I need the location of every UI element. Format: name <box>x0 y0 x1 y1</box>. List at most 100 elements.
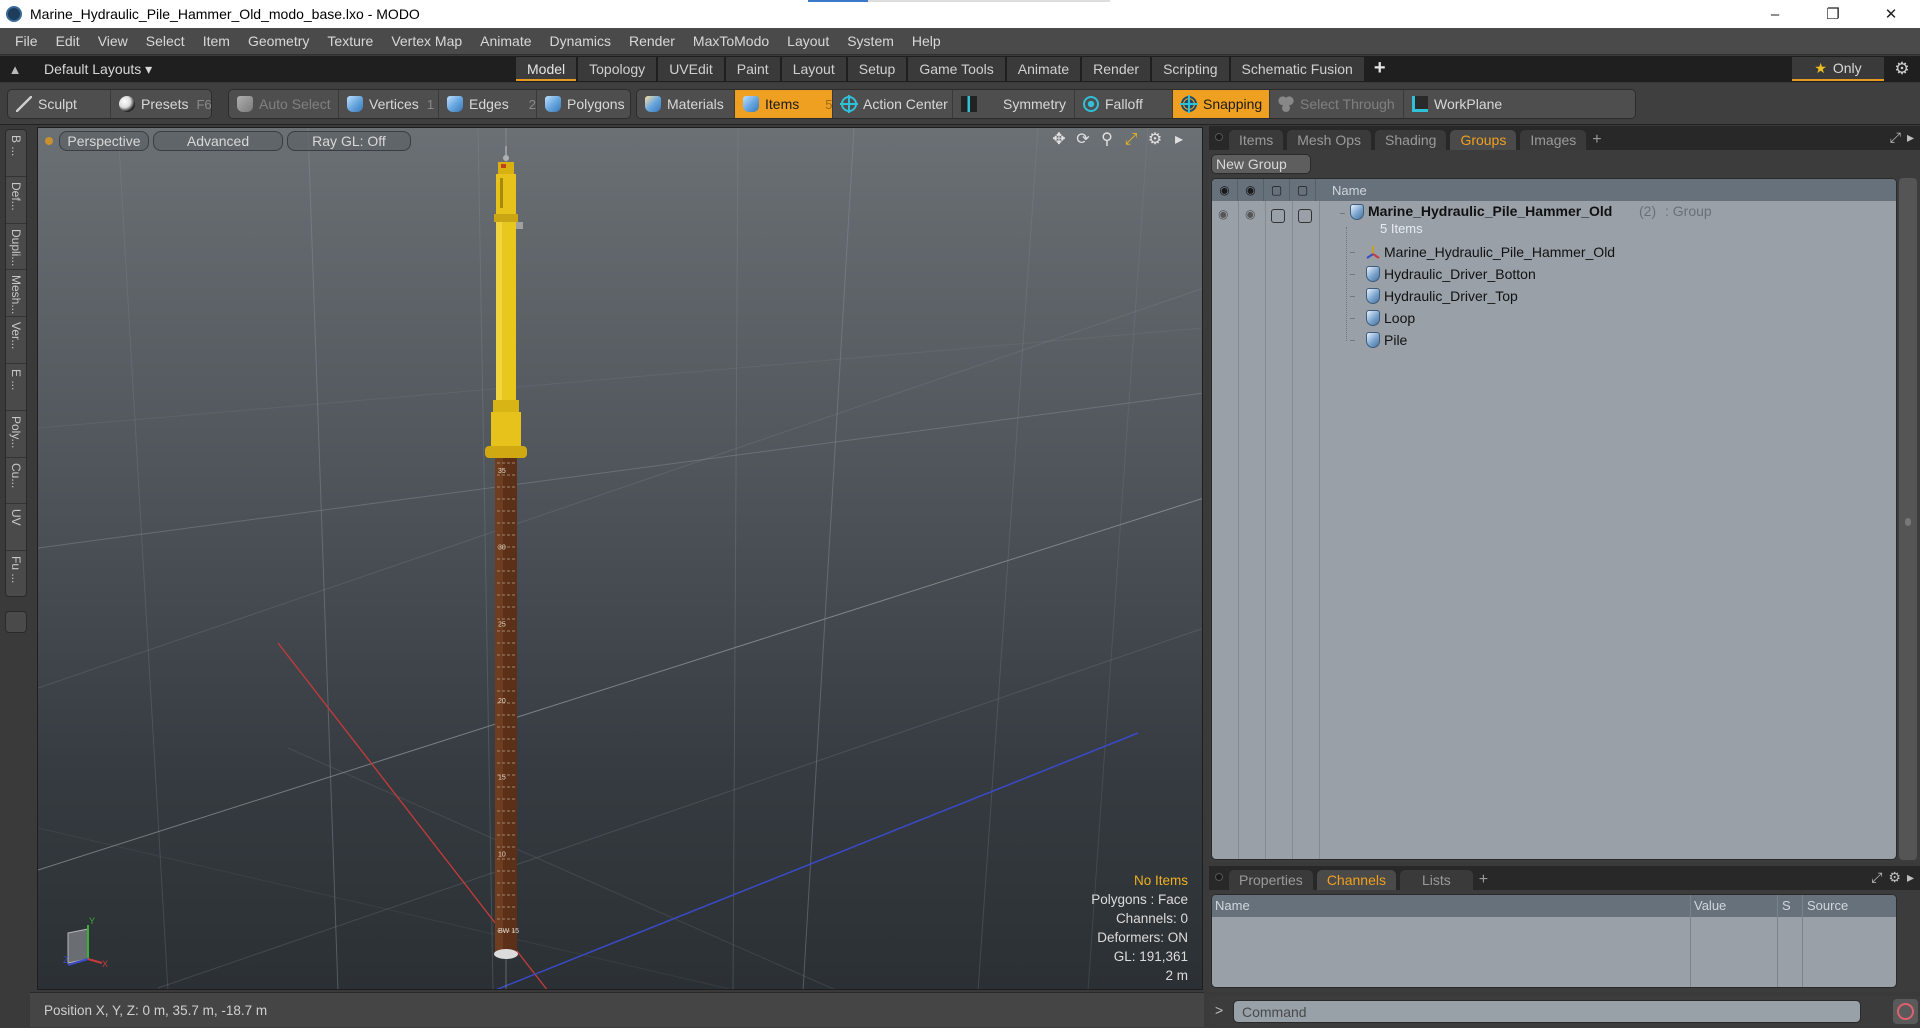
render-icon[interactable]: ◉ <box>1245 207 1259 221</box>
minimize-button[interactable]: – <box>1746 0 1804 28</box>
tab-shading[interactable]: Shading <box>1375 130 1447 150</box>
command-input[interactable] <box>1233 1000 1861 1023</box>
group-member-row[interactable]: Hydraulic_Driver_Botton <box>1212 263 1896 285</box>
tab-channels[interactable]: Channels <box>1316 870 1396 890</box>
layout-tab-setup[interactable]: Setup <box>847 57 907 81</box>
polygons-button[interactable]: Polygons <box>537 90 630 118</box>
left-tab-edge[interactable]: E ... <box>6 364 26 411</box>
panel-corner-icon[interactable] <box>1215 133 1223 141</box>
menu-file[interactable]: File <box>6 28 47 55</box>
menu-geometry[interactable]: Geometry <box>239 28 318 55</box>
left-strip-extra-button[interactable] <box>5 611 27 633</box>
panel-gear-icon[interactable]: ⚙ <box>1888 869 1901 886</box>
vertices-button[interactable]: Vertices 1 <box>339 90 439 118</box>
menu-vertex-map[interactable]: Vertex Map <box>382 28 471 55</box>
column-s[interactable]: S <box>1779 895 1791 917</box>
tab-items[interactable]: Items <box>1229 130 1284 150</box>
zoom-magnifier-icon[interactable]: ⚲ <box>1098 131 1116 149</box>
new-group-button[interactable]: New Group <box>1211 154 1311 174</box>
lock-column-icon[interactable]: ▢ <box>1264 179 1290 201</box>
menu-render[interactable]: Render <box>620 28 684 55</box>
lock-checkbox[interactable] <box>1271 209 1285 223</box>
left-tab-polygon[interactable]: Poly... <box>6 411 26 458</box>
layout-tab-schematic-fusion[interactable]: Schematic Fusion <box>1230 57 1364 81</box>
add-layout-button[interactable]: + <box>1374 56 1386 82</box>
left-tab-duplicate[interactable]: Dupli... <box>6 224 26 271</box>
panel-corner-icon[interactable] <box>1215 873 1223 881</box>
group-row[interactable]: ◉ ◉ Marine_Hydraulic_Pile_Hammer_Old (2)… <box>1212 201 1896 241</box>
menu-maxtomodo[interactable]: MaxToModo <box>684 28 778 55</box>
perspective-dropdown[interactable]: Perspective <box>59 131 149 151</box>
add-tab-button[interactable]: + <box>1479 870 1488 890</box>
layout-tab-topology[interactable]: Topology <box>578 57 657 81</box>
tree-collapse-toggle[interactable] <box>1340 213 1345 214</box>
visibility-column-eye-icon[interactable]: ◉ <box>1212 179 1238 201</box>
group-member-row[interactable]: Marine_Hydraulic_Pile_Hammer_Old <box>1212 241 1896 263</box>
render-column-icon[interactable]: ◉ <box>1238 179 1264 201</box>
left-tab-uv[interactable]: UV <box>6 504 26 552</box>
layout-tab-model[interactable]: Model <box>516 57 577 81</box>
group-member-row[interactable]: Pile <box>1212 329 1896 351</box>
edges-button[interactable]: Edges 2 <box>439 90 537 118</box>
layout-tab-paint[interactable]: Paint <box>725 57 780 81</box>
select-through-button[interactable]: Select Through <box>1270 90 1404 118</box>
menu-help[interactable]: Help <box>903 28 950 55</box>
sculpt-button[interactable]: Sculpt <box>8 90 111 118</box>
left-tab-mesh[interactable]: Mesh... <box>6 270 26 318</box>
layout-tab-animate[interactable]: Animate <box>1006 57 1081 81</box>
fit-maximize-icon[interactable]: ⤢ <box>1122 131 1140 149</box>
layout-tab-layout[interactable]: Layout <box>781 57 846 81</box>
left-tab-b[interactable]: B ... <box>6 130 26 177</box>
raygl-toggle[interactable]: Ray GL: Off <box>287 131 411 151</box>
menu-select[interactable]: Select <box>137 28 194 55</box>
rotate-orbit-icon[interactable]: ⟳ <box>1074 131 1092 149</box>
tab-lists[interactable]: Lists <box>1399 870 1473 890</box>
menu-dynamics[interactable]: Dynamics <box>541 28 620 55</box>
workplane-button[interactable]: WorkPlane <box>1404 90 1504 118</box>
column-name[interactable]: Name <box>1212 895 1250 917</box>
viewport-gear-icon[interactable]: ⚙ <box>1146 131 1164 149</box>
snapping-button[interactable]: Snapping <box>1173 90 1270 118</box>
gear-icon[interactable]: ⚙ <box>1888 56 1916 82</box>
left-tab-deform[interactable]: Def... <box>6 177 26 224</box>
presets-button[interactable]: Presets F6 <box>111 90 211 118</box>
left-tab-fusion[interactable]: Fu ... <box>6 551 26 598</box>
tab-groups[interactable]: Groups <box>1450 130 1517 150</box>
pan-move-icon[interactable]: ✥ <box>1050 131 1068 149</box>
add-tab-button[interactable]: + <box>1592 130 1601 150</box>
viewport-options-dot[interactable] <box>45 137 53 145</box>
tab-images[interactable]: Images <box>1520 130 1587 150</box>
column-source[interactable]: Source <box>1804 895 1848 917</box>
scrollbar-knob[interactable] <box>1905 518 1911 526</box>
maximize-button[interactable]: ❐ <box>1804 0 1862 28</box>
action-center-button[interactable]: Action Center <box>833 90 953 118</box>
maximize-panel-icon[interactable]: ⤢ <box>1890 129 1901 146</box>
tab-properties[interactable]: Properties <box>1229 870 1313 890</box>
menu-animate[interactable]: Animate <box>471 28 540 55</box>
3d-viewport[interactable]: 35 30 25 20 15 10 BW 15 Perspective Advanced R… <box>37 127 1203 990</box>
layout-tab-scripting[interactable]: Scripting <box>1152 57 1229 81</box>
menu-system[interactable]: System <box>838 28 903 55</box>
tab-mesh-ops[interactable]: Mesh Ops <box>1287 130 1372 150</box>
symmetry-button[interactable]: Symmetry <box>953 90 1075 118</box>
menu-texture[interactable]: Texture <box>318 28 382 55</box>
name-column-header[interactable]: Name <box>1316 183 1367 198</box>
auto-select-button[interactable]: Auto Select <box>229 90 339 118</box>
close-button[interactable]: ✕ <box>1862 0 1920 28</box>
panel-arrow-icon[interactable]: ▸ <box>1907 129 1914 146</box>
default-layouts-dropdown[interactable]: Default Layouts ▾ <box>44 61 152 78</box>
falloff-button[interactable]: Falloff <box>1075 90 1173 118</box>
group-member-row[interactable]: Hydraulic_Driver_Top <box>1212 285 1896 307</box>
menu-view[interactable]: View <box>89 28 137 55</box>
group-member-row[interactable]: Loop <box>1212 307 1896 329</box>
column-value[interactable]: Value <box>1691 895 1726 917</box>
items-button[interactable]: Items 5 <box>735 90 833 118</box>
menu-item[interactable]: Item <box>194 28 239 55</box>
select-column-icon[interactable]: ▢ <box>1290 179 1316 201</box>
left-tab-vertex[interactable]: Ver... <box>6 317 26 364</box>
select-checkbox[interactable] <box>1298 209 1312 223</box>
only-toggle[interactable]: ★ Only <box>1792 57 1884 81</box>
materials-button[interactable]: Materials <box>637 90 735 118</box>
panel-arrow-icon[interactable]: ▸ <box>1907 869 1914 886</box>
left-tab-curve[interactable]: Cu... <box>6 458 26 505</box>
